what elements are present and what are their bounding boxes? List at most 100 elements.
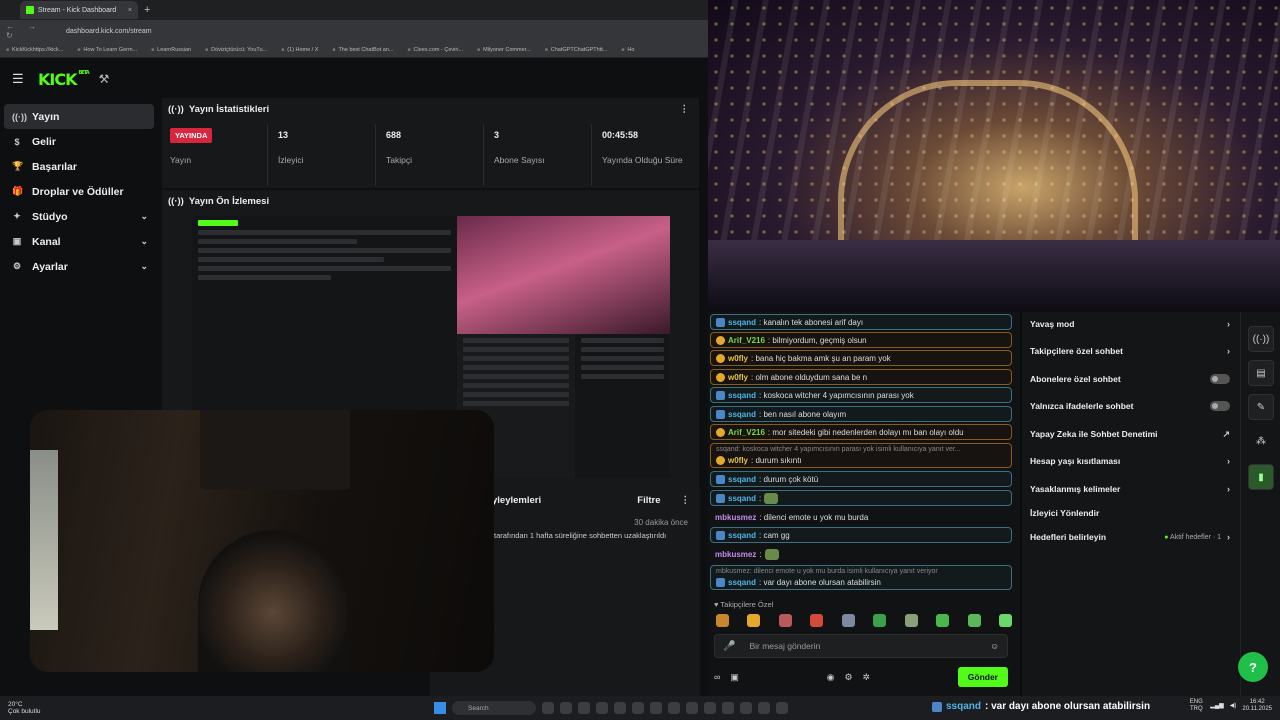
chevron-right-icon[interactable]: ›	[1227, 484, 1230, 494]
bookmark-item[interactable]: Döviziçtürücü: YouTu...	[205, 47, 267, 53]
chat-username[interactable]: ssqand	[728, 318, 756, 327]
gear-badge-icon[interactable]: ✲	[863, 672, 871, 683]
chevron-right-icon[interactable]: ›	[1227, 532, 1230, 542]
emoji-icon[interactable]: ☺	[990, 641, 999, 651]
sidebar-item-droplar-ve-d-ller[interactable]: 🎁 Droplar ve Ödüller	[4, 179, 154, 204]
taskbar-app-icon[interactable]	[560, 702, 572, 714]
chat-username[interactable]: ssqand	[728, 531, 756, 540]
setting-8[interactable]: Hedefleri belirleyin Aktif hedefler · 1 ›	[1030, 531, 1230, 543]
rail-wrench-icon[interactable]: ✎	[1248, 394, 1274, 420]
rail-app-icon[interactable]: ▮	[1248, 464, 1274, 490]
sidebar-item-st-dyo[interactable]: ✦ Stüdyo ⌄	[4, 204, 154, 229]
chat-username[interactable]: ssqand	[728, 494, 756, 503]
send-button[interactable]: Gönder	[957, 667, 1008, 687]
chat-message[interactable]: ssqand: cam gg	[710, 527, 1012, 543]
chat-message[interactable]: mbkusmez:	[710, 546, 1012, 562]
setting-5[interactable]: Hesap yaşı kısıtlaması ›	[1030, 455, 1230, 467]
taskbar-app-icon[interactable]	[668, 702, 680, 714]
bookmark-item[interactable]: Clees.com - Çeviri...	[407, 47, 464, 53]
new-tab-button[interactable]: +	[144, 4, 150, 16]
emote-10[interactable]	[998, 614, 1012, 627]
chevron-right-icon[interactable]: ›	[1227, 456, 1230, 466]
bookmark-item[interactable]: Ho	[621, 47, 634, 53]
bookmark-item[interactable]: How To Learn Germ...	[77, 47, 137, 53]
points-icon[interactable]: ∞	[714, 672, 720, 682]
emote-1[interactable]	[716, 614, 729, 627]
volume-icon[interactable]: ◀)	[1230, 703, 1237, 710]
gift-icon[interactable]: ▣	[730, 672, 739, 683]
emote-5[interactable]	[841, 614, 855, 627]
taskbar-app-icon[interactable]	[740, 702, 752, 714]
help-button[interactable]: ?	[1238, 652, 1268, 682]
weather-widget[interactable]: 20°C Çok bulutlu	[8, 701, 41, 715]
chat-username[interactable]: ssqand	[728, 578, 756, 587]
chat-message[interactable]: ssqand: kanalın tek abonesi arif dayı	[710, 314, 1012, 330]
chat-bubble-icon[interactable]: ◉	[827, 672, 835, 683]
taskbar-app-icon[interactable]	[650, 702, 662, 714]
menu-icon[interactable]: ☰	[12, 71, 26, 87]
chat-username[interactable]: w0fly	[728, 373, 748, 382]
chat-message[interactable]: w0fly: olm abone olduydum sana be n	[710, 369, 1012, 385]
tab-kick-dashboard[interactable]: Stream - Kick Dashboard ×	[20, 1, 138, 19]
lang-indicator[interactable]: ENG TRQ	[1188, 699, 1204, 713]
settings-icon[interactable]: ⚙	[844, 672, 852, 683]
chat-message[interactable]: ssqand: koskoca witcher 4 yapımcısının p…	[710, 443, 1012, 468]
setting-1[interactable]: Takipçilere özel sohbet ›	[1030, 345, 1230, 357]
setting-3[interactable]: Yalnızca ifadelerle sohbet	[1030, 400, 1230, 412]
sidebar-item-ayarlar[interactable]: ⚙ Ayarlar ⌄	[4, 254, 154, 279]
sidebar-item-gelir[interactable]: $ Gelir	[4, 129, 154, 154]
nav-buttons[interactable]: ← → ↻	[6, 22, 46, 40]
chat-username[interactable]: mbkusmez	[715, 513, 756, 522]
bookmark-item[interactable]: (1) Home / X	[281, 47, 318, 53]
taskbar-app-icon[interactable]	[722, 702, 734, 714]
emote-7[interactable]	[904, 614, 918, 627]
chat-message[interactable]: ssqand: koskoca witcher 4 yapımcısının p…	[710, 387, 1012, 403]
external-link-icon[interactable]: ↗	[1222, 429, 1230, 440]
taskbar-app-icon[interactable]	[614, 702, 626, 714]
chat-username[interactable]: ssqand	[728, 475, 756, 484]
bookmark-item[interactable]: ChatGPTChatGPThtt...	[545, 47, 608, 53]
tab-close-icon[interactable]: ×	[128, 7, 132, 14]
emote-2[interactable]	[747, 614, 761, 627]
chat-message[interactable]: mbkusmez: dilenci emote u yok mu burda	[710, 509, 1012, 525]
chat-message[interactable]: Arif_V216: mor sitedeki gibi nedenlerden…	[710, 424, 1012, 440]
sidebar-item-kanal[interactable]: ▣ Kanal ⌄	[4, 229, 154, 254]
taskbar-app-icon[interactable]	[686, 702, 698, 714]
clock[interactable]: 16:42 20.11.2025	[1242, 699, 1272, 713]
kick-logo[interactable]: KICK BETA	[38, 70, 90, 89]
stats-menu-icon[interactable]: ⋮	[680, 104, 690, 115]
taskbar-app-icon[interactable]	[758, 702, 770, 714]
bookmark-item[interactable]: LearnRussian	[151, 47, 191, 53]
chat-username[interactable]: Arif_V216	[728, 336, 765, 345]
windows-start-icon[interactable]	[434, 702, 446, 714]
bookmark-item[interactable]: Milyoner Commer...	[477, 47, 531, 53]
chat-username[interactable]: mbkusmez	[715, 550, 756, 559]
emote-3[interactable]	[778, 614, 792, 627]
url-field[interactable]: dashboard.kick.com/stream	[66, 28, 152, 35]
emote-8[interactable]	[936, 614, 950, 627]
taskbar-app-icon[interactable]	[776, 702, 788, 714]
chat-message[interactable]: mbkusmez: dilenci emote u yok mu burda i…	[710, 565, 1012, 590]
setting-0[interactable]: Yavaş mod ›	[1030, 318, 1230, 330]
emote-9[interactable]	[967, 614, 981, 627]
sidebar-item-yay-n[interactable]: ((·)) Yayın	[4, 104, 154, 129]
filter-button[interactable]: Filtre	[637, 495, 660, 506]
chat-message[interactable]: ssqand: durum çok kötü	[710, 471, 1012, 487]
taskbar-app-icon[interactable]	[632, 702, 644, 714]
chat-username[interactable]: ssqand	[728, 410, 756, 419]
setting-2[interactable]: Abonelere özel sohbet	[1030, 373, 1230, 385]
chevron-right-icon[interactable]: ›	[1227, 346, 1230, 356]
chat-message[interactable]: Arif_V216: bilmiyordum, geçmiş olsun	[710, 332, 1012, 348]
chat-username[interactable]: ssqand	[728, 391, 756, 400]
bookmark-item[interactable]: KickKickhttps://kick...	[6, 47, 63, 53]
chat-message[interactable]: ssqand:	[710, 490, 1012, 506]
chat-username[interactable]: w0fly	[728, 354, 748, 363]
rail-broadcast-icon[interactable]: ((·))	[1248, 326, 1274, 352]
emote-4[interactable]	[810, 614, 824, 627]
stream-video[interactable]	[708, 0, 1280, 312]
chevron-right-icon[interactable]: ›	[1227, 319, 1230, 329]
tools-icon[interactable]: ⚒	[99, 72, 110, 86]
chat-username[interactable]: w0fly	[728, 456, 748, 465]
activity-menu-icon[interactable]: ⋮	[681, 495, 691, 506]
toggle-switch[interactable]	[1210, 374, 1230, 384]
